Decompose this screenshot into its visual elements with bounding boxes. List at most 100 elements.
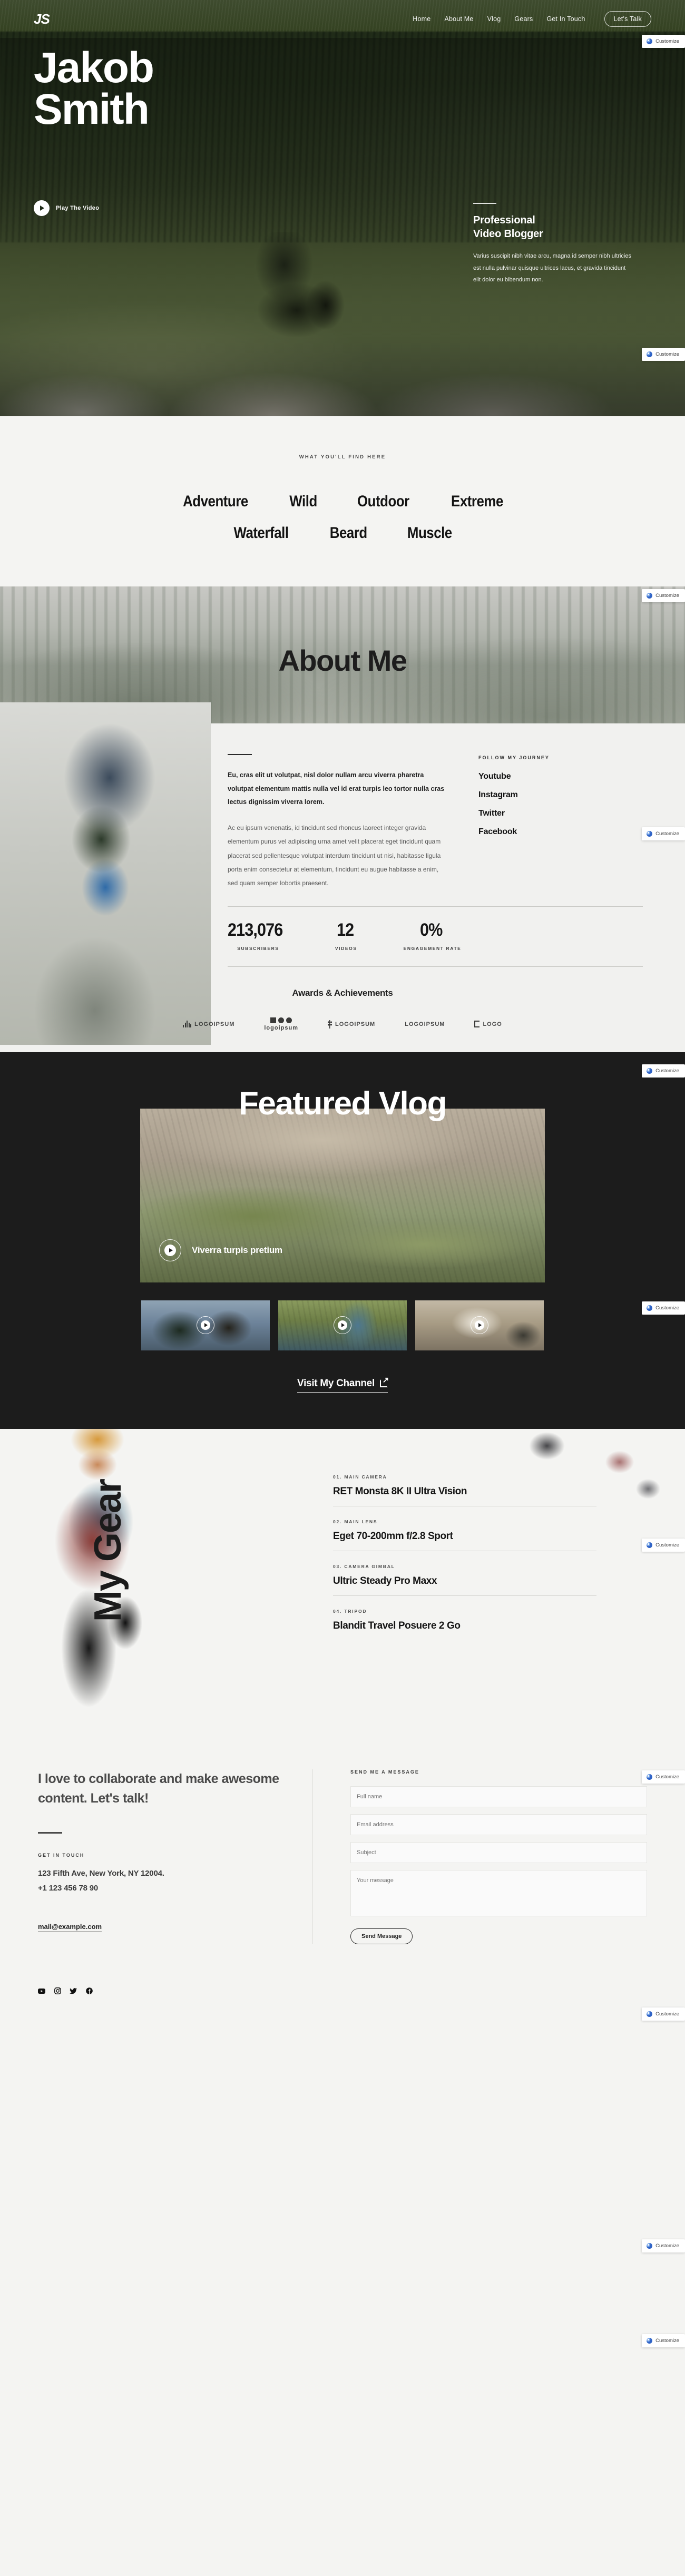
nav-link-home[interactable]: Home: [413, 15, 430, 23]
twitter-icon[interactable]: [70, 1987, 77, 1995]
divider: [228, 906, 643, 907]
stat-label: VIDEOS: [335, 945, 357, 951]
visit-my-channel-link[interactable]: Visit My Channel: [297, 1376, 389, 1393]
gear-item-name: RET Monsta 8K II Ultra Vision: [333, 1485, 467, 1497]
site-logo[interactable]: JS: [34, 11, 50, 27]
topic-adventure[interactable]: Adventure: [183, 493, 248, 511]
play-icon[interactable]: [334, 1316, 351, 1335]
divider: [228, 966, 643, 967]
award-logo-5: LOGO: [474, 1021, 502, 1028]
topic-wild[interactable]: Wild: [289, 493, 317, 511]
vlog-thumbnail-row: [0, 1300, 685, 1350]
stats-row: 213,076 SUBSCRIBERS 12 VIDEOS 0% ENGAGEM…: [0, 906, 685, 967]
contact-grid: I love to collaborate and make awesome c…: [38, 1769, 647, 1944]
stat-engagement-rate: 0% ENGAGEMENT RATE: [404, 920, 462, 951]
gear-item-name: Eget 70-200mm f/2.8 Sport: [333, 1530, 453, 1542]
customize-badge[interactable]: Customize: [642, 2239, 685, 2252]
customize-label: Customize: [655, 593, 679, 599]
about-section: About Me Eu, cras elit ut volutpat, nisl…: [0, 586, 685, 1052]
send-message-eyebrow: SEND ME A MESSAGE: [350, 1769, 419, 1775]
vlog-thumbnail-3[interactable]: [415, 1300, 544, 1350]
find-here-row-2: Waterfall Beard Muscle: [0, 524, 685, 542]
customize-label: Customize: [655, 38, 679, 44]
palette-icon: [647, 351, 653, 357]
gear-item-tripod: 04. TRIPOD Blandit Travel Posuere 2 Go: [333, 1609, 596, 1640]
my-gear-section: My Gear 01. MAIN CAMERA RET Monsta 8K II…: [0, 1428, 685, 1740]
visit-my-channel-label: Visit My Channel: [297, 1377, 375, 1389]
customize-label: Customize: [655, 1068, 679, 1074]
play-icon[interactable]: [197, 1316, 214, 1335]
awards-section: Awards & Achievements LOGOIPSUM logoipsu…: [0, 988, 685, 1052]
divider: [228, 754, 252, 755]
topic-waterfall[interactable]: Waterfall: [233, 524, 289, 542]
my-gear-title: My Gear: [87, 1479, 129, 1622]
topic-muscle[interactable]: Muscle: [407, 524, 452, 542]
topic-beard[interactable]: Beard: [330, 524, 367, 542]
follow-my-journey: FOLLOW MY JOURNEY Youtube Instagram Twit…: [478, 754, 594, 890]
award-logo-label: LOGO: [483, 1021, 502, 1027]
customize-label: Customize: [655, 2338, 679, 2344]
social-link-instagram[interactable]: Instagram: [478, 790, 594, 800]
gear-item-camera-gimbal: 03. CAMERA GIMBAL Ultric Steady Pro Maxx: [333, 1564, 596, 1596]
award-logo-label: LOGOIPSUM: [405, 1021, 445, 1027]
customize-badge[interactable]: Customize: [642, 1064, 685, 1078]
social-link-twitter[interactable]: Twitter: [478, 809, 594, 818]
contact-phone[interactable]: +1 123 456 78 90: [38, 1881, 280, 1896]
play-video-button[interactable]: Play The Video: [34, 200, 99, 216]
customize-badge[interactable]: Customize: [642, 1539, 685, 1552]
customize-badge[interactable]: Customize: [642, 1301, 685, 1315]
contact-section: I love to collaborate and make awesome c…: [0, 1739, 685, 1965]
message-textarea[interactable]: [350, 1869, 647, 1916]
vlog-thumbnail-1[interactable]: [141, 1300, 270, 1350]
gear-item-index: 01. MAIN CAMERA: [333, 1474, 387, 1480]
gear-item-index: 03. CAMERA GIMBAL: [333, 1563, 395, 1569]
customize-badge[interactable]: Customize: [642, 589, 685, 602]
customize-label: Customize: [655, 2243, 679, 2249]
hero-title: Jakob Smith: [34, 44, 154, 131]
palette-icon: [647, 2011, 653, 2017]
social-link-facebook[interactable]: Facebook: [478, 827, 594, 837]
customize-badge[interactable]: Customize: [642, 827, 685, 840]
featured-video-player[interactable]: Viverra turpis pretium: [140, 1108, 545, 1282]
award-logo-label: LOGOIPSUM: [194, 1021, 235, 1027]
vlog-thumbnail-2[interactable]: [278, 1300, 407, 1350]
play-icon[interactable]: [159, 1239, 181, 1261]
contact-address: 123 Fifth Ave, New York, NY 12004.: [38, 1868, 164, 1878]
customize-badge[interactable]: Customize: [642, 35, 685, 48]
nav-link-vlog[interactable]: Vlog: [487, 15, 501, 23]
customize-badge[interactable]: Customize: [642, 2007, 685, 2021]
topic-outdoor[interactable]: Outdoor: [357, 493, 409, 511]
palette-icon: [647, 1068, 653, 1074]
about-paragraph-body: Ac eu ipsum venenatis, id tincidunt sed …: [228, 824, 441, 887]
shapes-icon: [270, 1017, 292, 1023]
award-logo-label: LOGOIPSUM: [335, 1021, 376, 1027]
featured-video-title: Viverra turpis pretium: [192, 1245, 282, 1255]
nav-link-about-me[interactable]: About Me: [444, 15, 473, 23]
youtube-icon[interactable]: [38, 1987, 45, 1995]
lets-talk-button[interactable]: Let's Talk: [604, 11, 651, 27]
play-icon[interactable]: [471, 1316, 488, 1335]
stat-value: 0%: [419, 919, 443, 940]
facebook-icon[interactable]: [85, 1987, 93, 1995]
contact-info-column: I love to collaborate and make awesome c…: [38, 1769, 312, 1944]
email-address-input[interactable]: [350, 1814, 647, 1835]
gear-item-index: 02. MAIN LENS: [333, 1519, 378, 1524]
bars-icon: [183, 1021, 192, 1028]
instagram-icon[interactable]: [54, 1987, 61, 1995]
subject-input[interactable]: [350, 1842, 647, 1863]
contact-email-link[interactable]: mail@example.com: [38, 1923, 102, 1933]
full-name-input[interactable]: [350, 1786, 647, 1807]
visit-channel-wrap: Visit My Channel: [0, 1376, 685, 1393]
about-columns: Eu, cras elit ut volutpat, nisl dolor nu…: [0, 754, 685, 890]
send-message-button[interactable]: Send Message: [350, 1928, 413, 1944]
customize-badge[interactable]: Customize: [642, 2334, 685, 2347]
hero-title-line-1: Jakob: [34, 44, 154, 92]
customize-label: Customize: [655, 1774, 679, 1780]
nav-link-gears[interactable]: Gears: [514, 15, 533, 23]
divider: [473, 203, 496, 204]
social-link-youtube[interactable]: Youtube: [478, 772, 594, 781]
topic-extreme[interactable]: Extreme: [451, 493, 503, 511]
nav-link-get-in-touch[interactable]: Get In Touch: [546, 15, 585, 23]
customize-badge[interactable]: Customize: [642, 1770, 685, 1784]
customize-badge[interactable]: Customize: [642, 348, 685, 361]
